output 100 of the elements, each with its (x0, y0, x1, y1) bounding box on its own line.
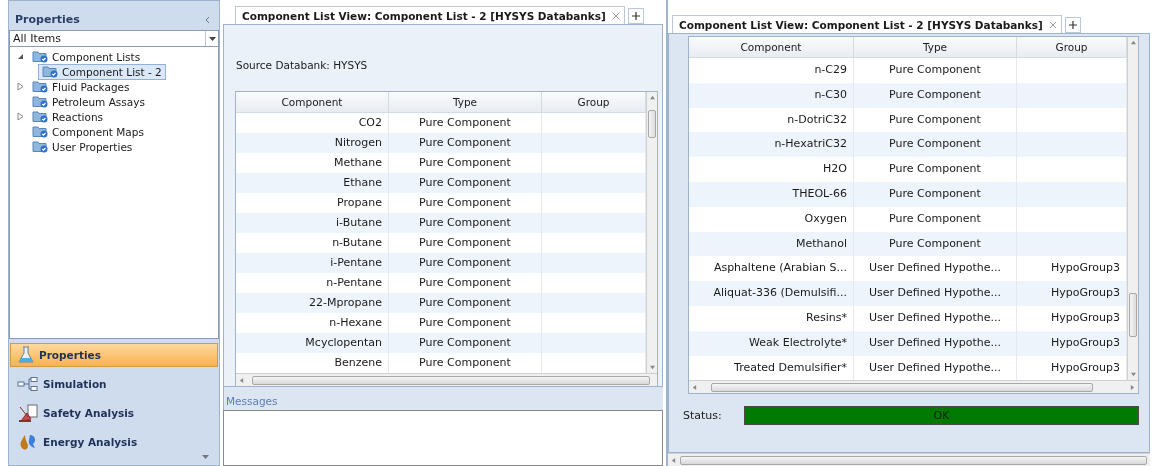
table-cell: n-C29 (689, 58, 854, 83)
table-row[interactable]: i-Butane Pure Component (236, 213, 646, 233)
table-cell: Methanol (689, 231, 854, 257)
folder-icon (42, 65, 59, 78)
table-row[interactable]: THEOL-66 Pure Component (689, 182, 1127, 207)
valve-document-icon (17, 404, 39, 422)
table-cell: Pure Component (854, 82, 1017, 108)
table-row[interactable]: Mcyclopentan Pure Component (236, 333, 646, 353)
table-cell: n-HexatriC32 (689, 132, 854, 158)
collapse-arrow-icon[interactable] (16, 52, 25, 61)
table-cell: Oxygen (689, 206, 854, 232)
table-cell: Pure Component (854, 206, 1017, 232)
messages-title: Messages (223, 387, 663, 410)
flowsheet-icon (17, 377, 39, 391)
table-cell: Pure Component (854, 58, 1017, 83)
dropdown-arrow-icon[interactable] (208, 36, 216, 41)
table-cell: Pure Component (854, 182, 1017, 207)
scroll-right-icon[interactable] (1130, 384, 1135, 390)
column-header[interactable]: Component (236, 92, 389, 112)
table-row[interactable]: Ethane Pure Component (236, 173, 646, 193)
table-cell: Pure Component (854, 157, 1017, 182)
table-cell: Aliquat-336 (Demulsifi... (689, 281, 854, 306)
table-cell: Pure Component (389, 253, 542, 273)
table-row[interactable]: 22-Mpropane Pure Component (236, 293, 646, 313)
scrollbar-thumb[interactable] (1129, 293, 1137, 337)
nav-item[interactable]: Properties (10, 343, 218, 367)
table-row[interactable]: Aliquat-336 (Demulsifi... User Defined Hypothe... HypoGroup3 (689, 281, 1127, 306)
table-cell: THEOL-66 (689, 182, 854, 207)
tree-item[interactable]: Fluid Packages (28, 78, 134, 95)
table-cell: Pure Component (854, 231, 1017, 257)
table-row[interactable]: i-Pentane Pure Component (236, 253, 646, 273)
add-tab-icon[interactable] (627, 8, 644, 24)
scrollbar-thumb[interactable] (648, 110, 656, 138)
table-cell: Pure Component (389, 173, 542, 193)
column-header[interactable]: Type (389, 92, 542, 112)
table-cell: i-Butane (236, 213, 389, 233)
document-tab[interactable]: Component List View: Component List - 2 [HYSYS Databanks] (235, 6, 625, 24)
tree-item[interactable]: Component List - 2 (38, 63, 166, 80)
table-cell: HypoGroup3 (1051, 261, 1120, 275)
flask-icon (17, 346, 35, 364)
table-cell: Resins* (689, 305, 854, 331)
scrollbar-thumb[interactable] (252, 375, 650, 385)
folder-icon (32, 140, 49, 153)
folder-icon (32, 50, 49, 63)
scroll-left-icon[interactable] (239, 377, 244, 383)
table-cell: Pure Component (389, 293, 542, 313)
table-cell: User Defined Hypothe... (854, 330, 1017, 356)
column-header[interactable]: Type (854, 37, 1017, 57)
table-cell: HypoGroup3 (1051, 335, 1120, 349)
horizontal-scrollbar[interactable] (668, 453, 1150, 466)
horizontal-scrollbar[interactable] (236, 373, 657, 386)
expand-arrow-icon[interactable] (16, 112, 25, 121)
tree-item[interactable]: Component Lists (28, 48, 145, 65)
table-cell: HypoGroup3 (1051, 310, 1120, 324)
document-tab[interactable]: Component List View: Component List - 2 [HYSYS Databanks] (672, 15, 1062, 33)
scroll-up-icon[interactable] (1130, 40, 1136, 45)
table-cell: Pure Component (389, 213, 542, 233)
caret-icon[interactable] (202, 455, 209, 459)
table-cell: Pure Component (389, 133, 542, 153)
tree-item[interactable]: Component Maps (28, 123, 148, 140)
table-cell: HypoGroup3 (1051, 360, 1120, 374)
scroll-down-icon[interactable] (1130, 372, 1136, 378)
table-row[interactable]: n-C30 Pure Component (689, 82, 1127, 108)
table-cell: Pure Component (389, 333, 542, 353)
table-row[interactable]: Methanol Pure Component (689, 231, 1127, 257)
close-icon[interactable] (611, 11, 620, 20)
table-cell: n-C30 (689, 82, 854, 108)
table-cell: User Defined Hypothe... (854, 305, 1017, 331)
add-tab-icon[interactable] (1064, 17, 1081, 33)
tree-item[interactable]: Reactions (28, 108, 108, 125)
filter-dropdown[interactable]: All Items (9, 30, 219, 47)
tree-item[interactable]: Petroleum Assays (28, 93, 149, 110)
expand-arrow-icon[interactable] (16, 82, 25, 91)
table-row[interactable]: Nitrogen Pure Component (236, 133, 646, 153)
column-header[interactable]: Component (689, 37, 854, 57)
horizontal-scrollbar[interactable] (689, 380, 1138, 394)
table-row[interactable]: n-HexatriC32 Pure Component (689, 132, 1127, 158)
scroll-left-icon[interactable] (692, 384, 697, 390)
scroll-up-icon[interactable] (649, 95, 655, 100)
table-cell: Nitrogen (236, 133, 389, 153)
scrollbar-thumb[interactable] (680, 455, 1147, 465)
tree-item[interactable]: User Properties (28, 138, 137, 155)
table-cell: Pure Component (854, 132, 1017, 158)
nav-item[interactable]: Simulation (10, 372, 218, 396)
table-cell: Ethane (236, 173, 389, 193)
vertical-scrollbar[interactable] (646, 92, 657, 373)
table-cell: User Defined Hypothe... (854, 281, 1017, 306)
table-cell: Weak Electrolyte* (689, 330, 854, 356)
close-icon[interactable] (1048, 20, 1057, 29)
vertical-scrollbar[interactable] (1127, 37, 1138, 381)
scrollbar-thumb[interactable] (711, 382, 1093, 392)
scroll-down-icon[interactable] (649, 365, 655, 370)
nav-item[interactable]: Energy Analysis (10, 430, 218, 454)
status-bar: OK (743, 406, 1139, 426)
table-cell: Mcyclopentan (236, 333, 389, 353)
scroll-left-icon[interactable] (671, 457, 676, 463)
nav-item[interactable]: Safety Analysis (10, 401, 218, 425)
folder-icon (32, 110, 49, 123)
table-row[interactable]: Weak Electrolyte* User Defined Hypothe... HypoGroup3 (689, 330, 1127, 356)
source-databank-label: Source Databank: HYSYS (235, 58, 369, 73)
